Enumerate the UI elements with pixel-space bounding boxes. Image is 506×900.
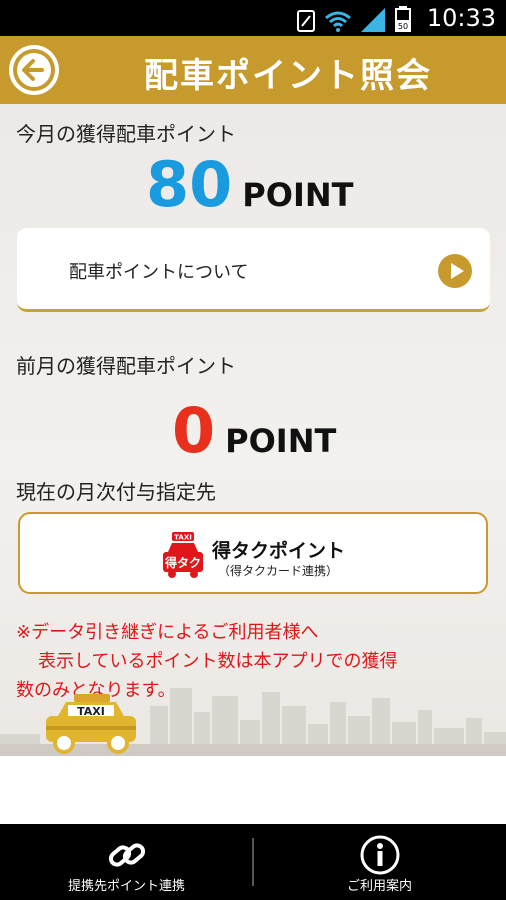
play-icon: [438, 254, 472, 288]
current-month-label: 今月の獲得配車ポイント: [16, 122, 236, 146]
battery-level: 50: [398, 22, 408, 31]
about-points-button[interactable]: 配車ポイントについて: [17, 228, 490, 312]
destination-name: 得タクポイント: [212, 540, 346, 562]
main-content: 今月の獲得配車ポイント 80 POINT 配車ポイントについて 前月の獲得配車ポ…: [0, 104, 506, 756]
header: 配車ポイント照会: [0, 36, 506, 104]
destination-label: 現在の月次付与指定先: [16, 480, 216, 504]
notice-line-2: 表示しているポイント数は本アプリでの獲得: [38, 651, 398, 672]
battery-icon: 50: [395, 6, 411, 36]
link-chain-icon: [108, 843, 146, 867]
previous-month-unit: POINT: [225, 422, 337, 460]
logo-taxi-text: TAXI: [174, 534, 192, 542]
info-icon: [360, 835, 400, 875]
back-button[interactable]: [9, 45, 59, 95]
logo-text: 得タク: [164, 555, 201, 570]
current-month-unit: POINT: [242, 176, 354, 214]
blank-area: [0, 756, 506, 824]
about-points-label: 配車ポイントについて: [69, 262, 249, 283]
current-month-points: 80 POINT: [146, 154, 353, 216]
partner-link-label: 提携先ポイント連携: [67, 879, 185, 894]
nfc-icon: [297, 10, 315, 36]
wifi-icon: [325, 10, 351, 36]
previous-month-value: 0: [172, 394, 216, 467]
partner-link-button[interactable]: 提携先ポイント連携: [0, 824, 253, 900]
signal-icon: [361, 8, 385, 36]
previous-month-label: 前月の獲得配車ポイント: [16, 354, 236, 378]
page-title: 配車ポイント照会: [144, 56, 432, 96]
status-icons: 50: [297, 6, 411, 36]
taxi-icon: TAXI: [44, 692, 138, 754]
bottom-nav: 提携先ポイント連携 ご利用案内: [0, 824, 506, 900]
usage-guide-label: ご利用案内: [346, 879, 412, 894]
destination-subtitle: （得タクカード連携）: [218, 564, 339, 578]
status-time: 10:33: [426, 4, 496, 32]
previous-month-points: 0 POINT: [172, 400, 336, 462]
current-month-value: 80: [146, 148, 233, 221]
back-arrow-icon: [13, 49, 55, 91]
status-bar: 50 10:33: [0, 0, 506, 36]
destination-card[interactable]: TAXI 得タク 得タクポイント （得タクカード連携）: [18, 512, 488, 594]
tokutaku-logo-icon: TAXI 得タク: [162, 530, 204, 580]
notice-line-1: ※データ引き継ぎによるご利用者様へ: [16, 622, 319, 643]
usage-guide-button[interactable]: ご利用案内: [253, 824, 506, 900]
